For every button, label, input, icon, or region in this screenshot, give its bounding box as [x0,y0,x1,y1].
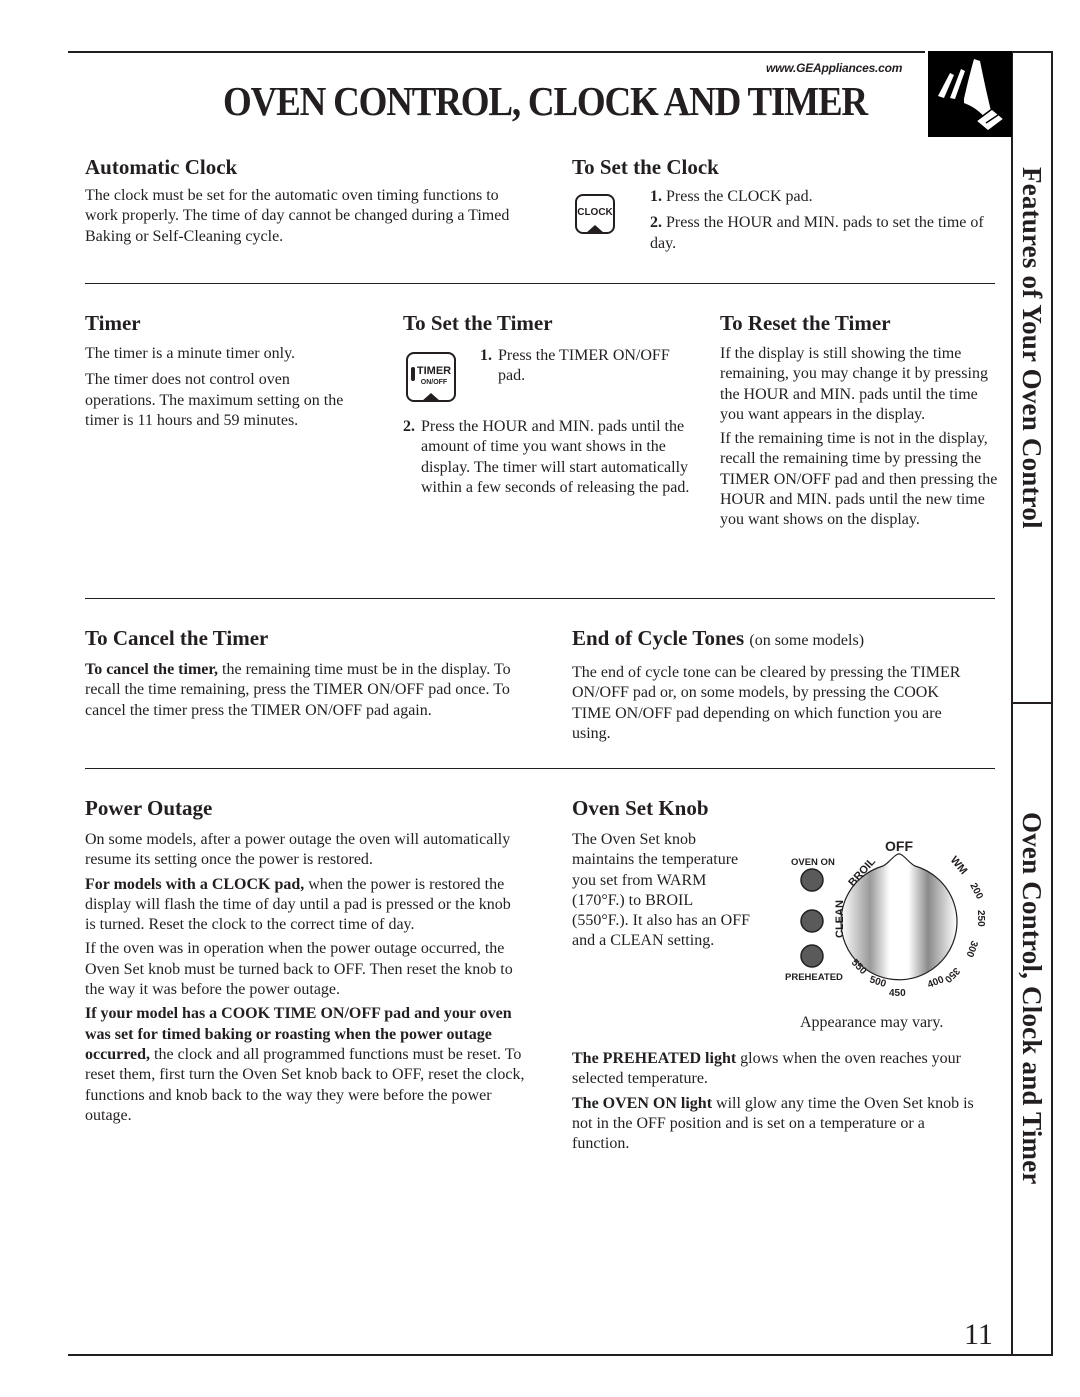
reset-timer-para-2: If the remaining time is not in the disp… [720,430,998,529]
knob-label-off: OFF [885,838,913,854]
section-power-outage: Power Outage On some models, after a pow… [85,796,525,1126]
timer-pad-icon: TIMER ON/OFF [406,352,456,402]
preheated-light-icon [800,944,824,968]
knob-label-450: 450 [889,988,906,999]
knob-label-wm: WM [948,854,970,877]
reset-timer-para-1: If the display is still showing the time… [720,345,988,423]
oven-on-light-icon [800,868,824,892]
oven-set-knob-body: The Oven Set knob maintains the temperat… [572,831,750,950]
side-tab-features: Features of Your Oven Control [1017,167,1047,529]
clock-pad-label: CLOCK [577,207,613,218]
website-url: www.GEAppliances.com [766,61,903,75]
heading-automatic-clock: Automatic Clock [85,155,238,179]
power-outage-para-3: If the oven was in operation when the po… [85,940,513,999]
set-clock-steps: 1. Press the CLOCK pad. 2. Press the HOU… [650,187,985,254]
heading-reset-timer: To Reset the Timer [720,311,891,335]
heading-set-clock: To Set the Clock [572,155,719,179]
cancel-timer-body: To cancel the timer, the remaining time … [85,661,511,719]
side-tab-oven-control: Oven Control, Clock and Timer [1017,812,1047,1185]
clean-light-icon [800,909,824,933]
oven-lights-notes: The PREHEATED light glows when the oven … [572,1049,982,1154]
heading-oven-set-knob: Oven Set Knob [572,796,709,820]
section-divider-2 [85,598,995,599]
top-rule [68,51,925,53]
heading-power-outage: Power Outage [85,796,213,820]
section-end-of-cycle: End of Cycle Tones (on some models) The … [572,626,992,744]
heading-end-of-cycle: End of Cycle Tones (on some models) [572,626,865,650]
page-number: 11 [964,1318,993,1351]
set-timer-step-2: 2. Press the HOUR and MIN. pads until the… [403,418,690,496]
bottom-rule [68,1354,1053,1356]
oven-on-light-note: The OVEN ON light will glow any time the… [572,1094,974,1153]
timer-para-1: The timer is a minute timer only. [85,345,296,362]
pad-press-indicator-icon [586,225,604,233]
knob-label-200: 200 [967,881,985,901]
power-outage-para-2: For models with a CLOCK pad, when the po… [85,875,511,934]
timer-pad-label-top: TIMER [416,365,452,377]
pad-press-indicator-icon [422,393,440,401]
preheated-light-note: The PREHEATED light glows when the oven … [572,1050,961,1088]
set-clock-step-2: 2. Press the HOUR and MIN. pads to set t… [650,214,984,252]
power-outage-para-4: If your model has a COOK TIME ON/OFF pad… [85,1005,525,1124]
knob-caption: Appearance may vary. [800,1014,944,1031]
heading-cancel-timer: To Cancel the Timer [85,626,269,650]
side-tab-divider [1011,702,1053,704]
automatic-clock-body: The clock must be set for the automatic … [85,187,510,245]
power-outage-para-1: On some models, after a power outage the… [85,831,511,869]
set-timer-step-1: 1. Press the TIMER ON/OFF pad. [480,347,670,385]
knob-label-250: 250 [975,910,986,927]
heading-timer: Timer [85,311,141,335]
heading-set-timer: To Set the Timer [403,311,553,335]
set-clock-step-1: 1. Press the CLOCK pad. [650,188,813,205]
page-title: OVEN CONTROL, CLOCK AND TIMER [223,79,868,126]
section-set-clock: To Set the Clock [572,155,982,179]
section-automatic-clock: Automatic Clock The clock must be set fo… [85,155,525,247]
knob-label-300: 300 [963,939,979,959]
end-of-cycle-body: The end of cycle tone can be cleared by … [572,664,961,742]
timer-pad-label-bottom: ON/OFF [420,379,448,386]
clock-pad-icon: CLOCK [575,194,615,234]
section-timer: Timer The timer is a minute timer only. … [85,311,365,431]
knob-label-clean: CLEAN [834,900,846,938]
knob-label-350: 350 [942,965,962,985]
timer-para-2: The timer does not control oven operatio… [85,371,344,429]
oven-set-knob-diagram: OVEN ON PREHEATED OFF BROIL CLEAN WM 200… [785,838,986,999]
light-label-oven-on: OVEN ON [791,857,835,868]
section-reset-timer: To Reset the Timer If the display is sti… [720,311,1000,531]
section-set-timer: To Set the Timer [403,311,693,335]
section-divider-3 [85,768,995,769]
side-tab-top-rule [1011,51,1053,53]
light-label-preheated: PREHEATED [785,972,843,983]
section-divider-1 [85,283,995,284]
section-cancel-timer: To Cancel the Timer To cancel the timer,… [85,626,525,721]
finger-pressing-pad-icon [928,51,1012,137]
